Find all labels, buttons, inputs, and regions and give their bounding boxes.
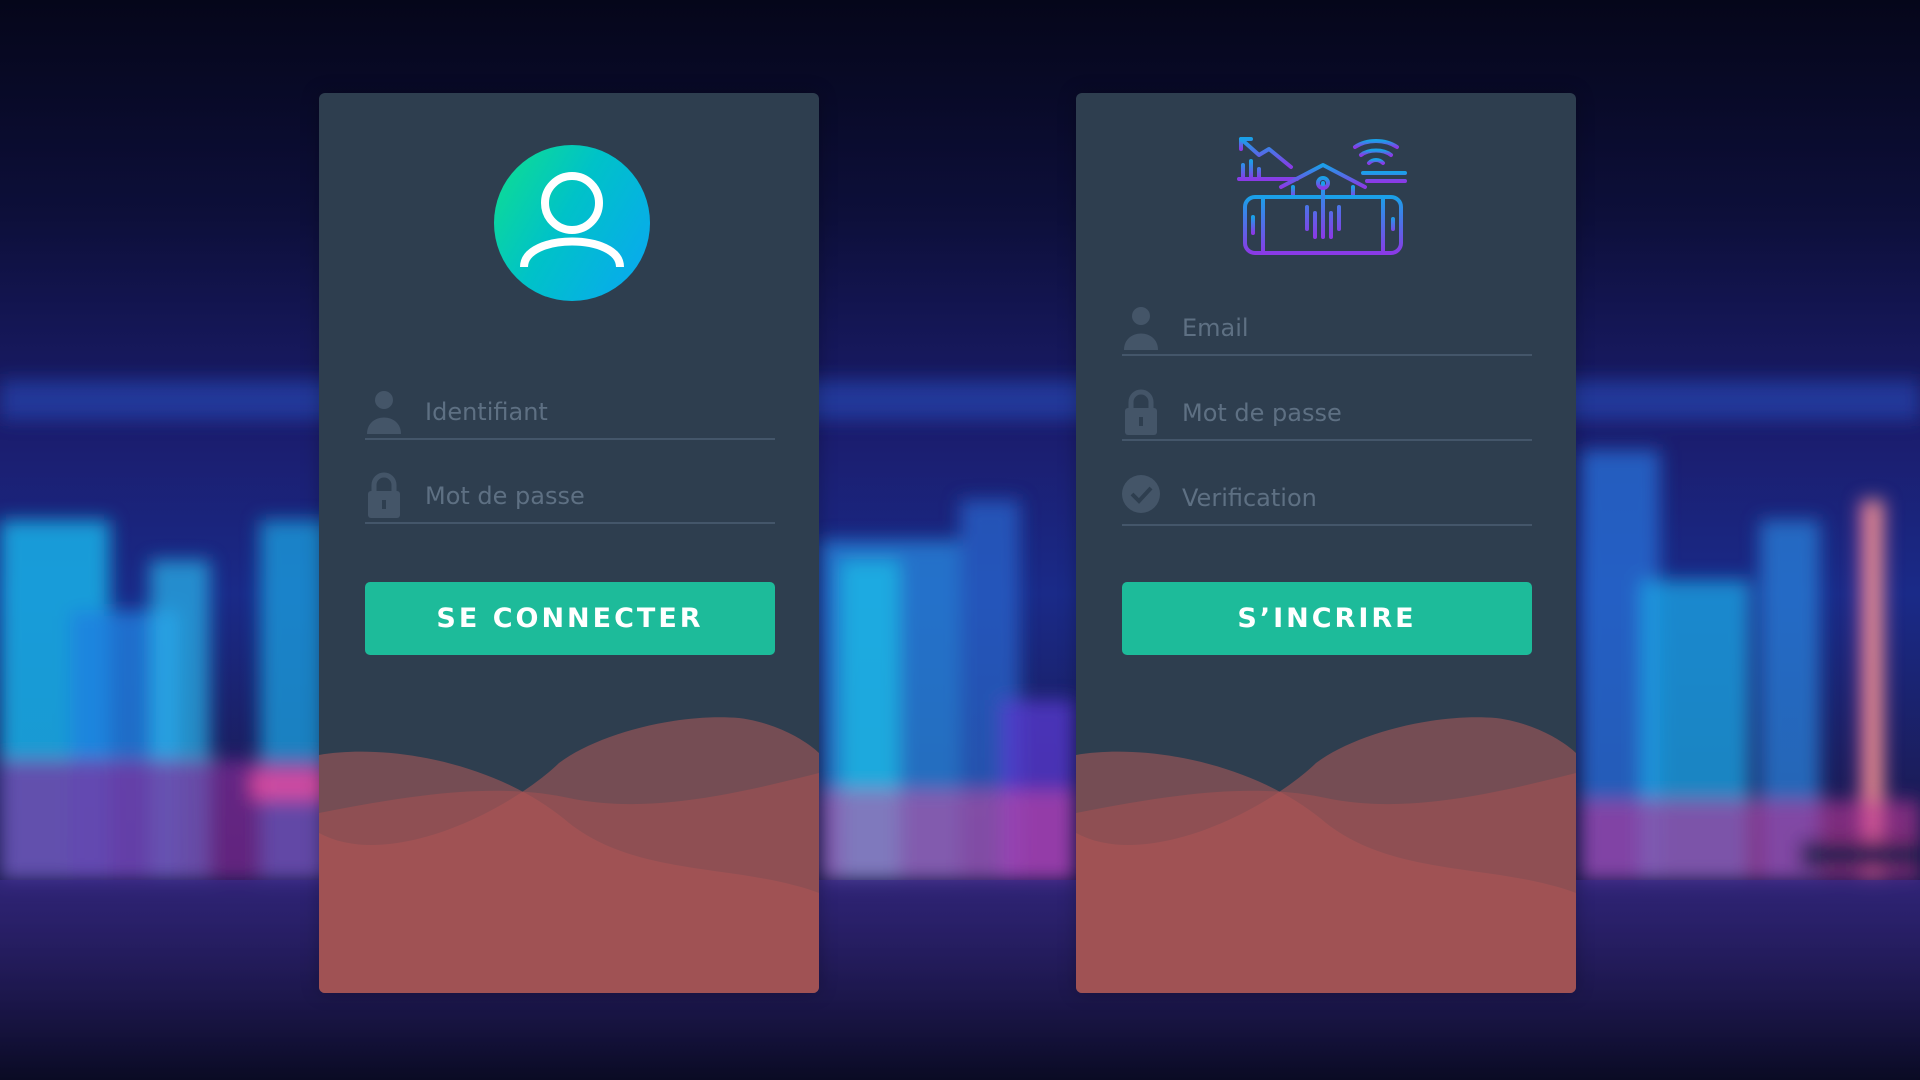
password-input[interactable] [425,478,765,514]
smart-home-icon [1237,137,1409,259]
email-field[interactable] [1122,296,1532,356]
username-input[interactable] [425,394,765,430]
check-circle-icon [1122,474,1160,522]
lock-icon [1122,389,1160,437]
verification-field[interactable] [1122,466,1532,526]
register-card: S’INCRIRE [1076,93,1576,993]
decorative-waves [319,713,819,993]
verification-input[interactable] [1182,480,1522,516]
user-avatar-icon [494,145,650,301]
user-icon [1122,304,1160,352]
city-background [0,0,1920,1080]
user-icon [365,388,403,436]
login-card: SE CONNECTER [319,93,819,993]
register-password-input[interactable] [1182,395,1522,431]
password-field[interactable] [365,464,775,524]
lock-icon [365,472,403,520]
username-field[interactable] [365,380,775,440]
register-button[interactable]: S’INCRIRE [1122,582,1532,655]
login-button[interactable]: SE CONNECTER [365,582,775,655]
register-password-field[interactable] [1122,381,1532,441]
decorative-waves [1076,713,1576,993]
email-input[interactable] [1182,310,1522,346]
